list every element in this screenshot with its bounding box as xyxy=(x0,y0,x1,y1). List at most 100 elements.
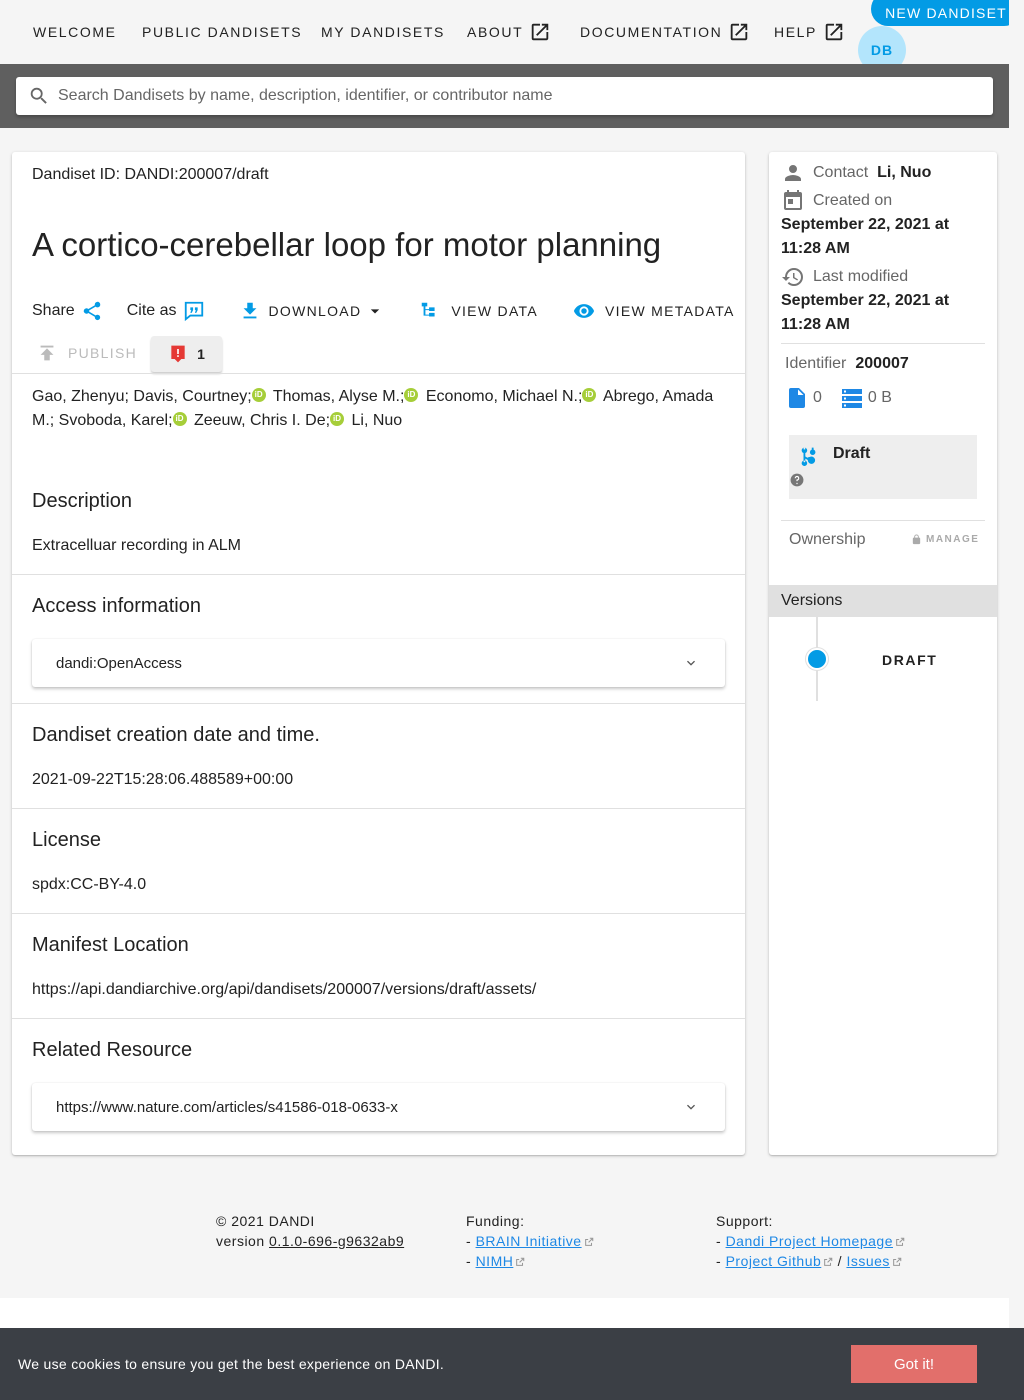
contributor-name: Svoboda, Karel; xyxy=(58,412,173,429)
footer-funding: Funding: - BRAIN Initiative - NIMH xyxy=(466,1211,594,1271)
search-box xyxy=(16,77,993,115)
error-count: 1 xyxy=(197,346,205,362)
modified-value: September 22, 2021 at 11:28 AM xyxy=(781,289,949,337)
view-metadata-button[interactable]: VIEW METADATA xyxy=(572,300,735,322)
database-icon xyxy=(841,389,862,408)
publish-button[interactable]: PUBLISH xyxy=(36,342,137,364)
divider xyxy=(12,913,745,914)
contributor-name: Economo, Michael N.; xyxy=(425,388,583,405)
divider xyxy=(12,373,745,374)
support-label: Support: xyxy=(716,1213,773,1229)
description-text: Extracelluar recording in ALM xyxy=(32,537,241,554)
dandiset-side-card: Contact Li, Nuo Created on September 22,… xyxy=(769,152,997,1155)
dandiset-id: Dandiset ID: DANDI:200007/draft xyxy=(32,166,269,183)
publish-icon xyxy=(40,345,54,361)
scrollbar[interactable] xyxy=(1009,0,1024,1328)
project-homepage-link[interactable]: Dandi Project Homepage xyxy=(726,1233,893,1249)
orcid-icon[interactable]: iD xyxy=(330,412,345,426)
created-date: September 22, 2021 at xyxy=(781,216,950,233)
nav-documentation[interactable]: DOCUMENTATION xyxy=(580,22,750,42)
calendar-icon xyxy=(784,190,802,210)
menu-down-icon xyxy=(371,309,380,314)
contributor-name: Thomas, Alyse M.; xyxy=(272,388,405,405)
nav-documentation-label: DOCUMENTATION xyxy=(580,24,723,40)
contact-value: Li, Nuo xyxy=(877,164,932,181)
eye-icon xyxy=(573,304,595,318)
page-title: A cortico-cerebellar loop for motor plan… xyxy=(32,226,662,263)
search-band xyxy=(0,64,1009,128)
list-dash: - xyxy=(716,1253,722,1269)
cookie-banner: We use cookies to ensure you get the bes… xyxy=(0,1328,1024,1400)
orcid-icon[interactable]: iD xyxy=(404,388,419,402)
divider xyxy=(781,520,985,521)
created-row: Created on xyxy=(781,189,892,213)
versions-heading: Versions xyxy=(769,585,997,617)
search-input[interactable] xyxy=(58,87,958,105)
orcid-icon[interactable]: iD xyxy=(582,388,597,402)
download-icon xyxy=(243,302,256,319)
manage-owners-button[interactable]: MANAGE xyxy=(911,534,979,545)
new-dandiset-button[interactable]: NEW DANDISET xyxy=(871,0,1021,26)
page-bottom-band xyxy=(0,1298,1009,1328)
contributor-name: Davis, Courtney; xyxy=(133,388,252,405)
related-resource-expander[interactable]: https://www.nature.com/articles/s41586-0… xyxy=(32,1083,725,1131)
list-dash: - xyxy=(466,1233,472,1249)
access-expander[interactable]: dandi:OpenAccess xyxy=(32,639,725,687)
nav-welcome[interactable]: WELCOME xyxy=(33,22,117,42)
brain-initiative-link[interactable]: BRAIN Initiative xyxy=(476,1233,582,1249)
modified-date: September 22, 2021 at xyxy=(781,292,950,309)
created-label: Created on xyxy=(813,192,893,209)
chevron-down-icon xyxy=(687,660,695,666)
download-button[interactable]: DOWNLOAD xyxy=(239,300,386,322)
contact-row: Contact Li, Nuo xyxy=(781,161,931,185)
access-value: dandi:OpenAccess xyxy=(56,654,182,672)
publish-label: PUBLISH xyxy=(68,345,138,361)
history-icon xyxy=(782,268,803,286)
new-dandiset-label: NEW DANDISET xyxy=(885,5,1007,21)
cookie-accept-button[interactable]: Got it! xyxy=(851,1345,977,1383)
external-link-icon xyxy=(824,1257,833,1266)
identifier-value: 200007 xyxy=(855,355,909,372)
alert-icon xyxy=(171,345,185,363)
view-data-button[interactable]: VIEW DATA xyxy=(419,300,538,322)
license-value: spdx:CC-BY-4.0 xyxy=(32,876,147,893)
files-count: 0 xyxy=(813,389,822,406)
project-github-link[interactable]: Project Github xyxy=(726,1253,822,1269)
orcid-icon[interactable]: iD xyxy=(251,388,266,402)
nav-about[interactable]: ABOUT xyxy=(467,22,551,42)
divider xyxy=(12,574,745,575)
nav-public-dandisets[interactable]: PUBLIC DANDISETS xyxy=(142,22,302,42)
validation-errors-button[interactable]: 1 xyxy=(151,336,222,372)
source-branch-icon xyxy=(801,447,816,466)
ownership-label: Ownership xyxy=(789,531,866,548)
dandiset-main-card: Dandiset ID: DANDI:200007/draft A cortic… xyxy=(12,152,745,1155)
modified-row: Last modified xyxy=(781,265,908,289)
issues-link[interactable]: Issues xyxy=(846,1253,889,1269)
cite-button[interactable]: Cite as xyxy=(127,300,205,322)
account-icon xyxy=(785,165,801,181)
manage-label: MANAGE xyxy=(926,534,980,545)
nimh-link[interactable]: NIMH xyxy=(476,1253,514,1269)
modified-label: Last modified xyxy=(813,268,909,285)
share-icon xyxy=(83,301,100,321)
nav-my-dandisets[interactable]: MY DANDISETS xyxy=(321,22,445,42)
nav-help[interactable]: HELP xyxy=(774,22,845,42)
created-time: 11:28 AM xyxy=(781,240,850,257)
file-tree-icon xyxy=(422,302,435,317)
nav-welcome-label: WELCOME xyxy=(33,24,117,40)
divider xyxy=(12,703,745,704)
nav-help-label: HELP xyxy=(774,24,817,40)
share-button[interactable]: Share xyxy=(32,300,103,322)
version-status-label: Draft xyxy=(833,445,871,462)
help-circle-icon[interactable] xyxy=(790,473,804,487)
version-link[interactable]: 0.1.0-696-g9632ab9 xyxy=(269,1233,404,1249)
version-draft-button[interactable]: DRAFT xyxy=(882,652,937,668)
nav-public-label: PUBLIC DANDISETS xyxy=(142,24,303,40)
orcid-icon[interactable]: iD xyxy=(172,412,187,426)
access-heading: Access information xyxy=(32,595,201,617)
footer-support: Support: - Dandi Project Homepage - Proj… xyxy=(716,1211,905,1271)
avatar-initials: DB xyxy=(870,42,894,58)
external-link-icon xyxy=(584,1237,593,1246)
external-link-icon xyxy=(896,1237,905,1246)
divider xyxy=(781,343,985,344)
